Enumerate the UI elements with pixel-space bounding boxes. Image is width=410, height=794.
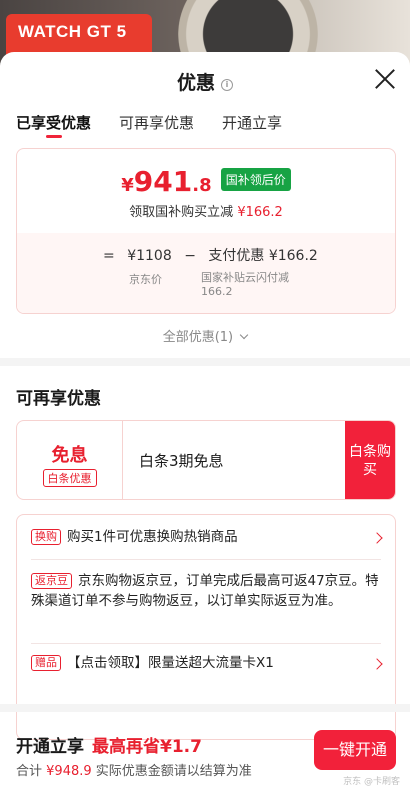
jingdou-tag: 返京豆 (31, 573, 72, 589)
subsidy-subtitle: 领取国补购买立减 ¥166.2 (17, 201, 395, 220)
price-formula: = ¥1108 − 支付优惠 ¥166.2 京东价 国家补贴云闪付减166.2 (17, 233, 395, 313)
pay-discount: 支付优惠 ¥166.2 (208, 248, 318, 264)
list-item-exchange[interactable]: 换购 购买1件可优惠换购热销商品 (31, 527, 381, 547)
interest-free-text: 白条3期免息 (139, 452, 224, 470)
sheet-title: 优惠 i (0, 68, 410, 95)
open-enjoy-title: 开通立享 最高再省¥1.7 (16, 732, 202, 757)
sheet-title-text: 优惠 (176, 72, 215, 94)
total-label: 合计 (16, 764, 43, 779)
one-click-open-button[interactable]: 一键开通 (314, 730, 396, 770)
close-icon[interactable] (374, 68, 396, 90)
chevron-down-icon (240, 330, 249, 340)
list-divider (31, 559, 381, 560)
gift-tag: 赠品 (31, 655, 61, 671)
section-divider (0, 358, 410, 366)
tab-enjoyed[interactable]: 已享受优惠 (16, 108, 91, 148)
jd-price: ¥1108 (127, 248, 172, 264)
exchange-tag: 换购 (31, 529, 61, 545)
all-offers-toggle[interactable]: 全部优惠(1) (0, 326, 410, 345)
promo-text: WATCH GT 5 (18, 22, 127, 41)
offers-sheet: 优惠 i 已享受优惠 可再享优惠 开通立享 ¥941.8 国补领后价 领取国补购买… (0, 52, 410, 794)
equals-sign: = (103, 248, 115, 264)
list-item-gift[interactable]: 赠品 【点击领取】限量送超大流量卡X1 (31, 653, 381, 673)
total-line: 合计 ¥948.9 实际优惠金额请以结算为准 (16, 760, 252, 779)
subsidy-amount: ¥166.2 (237, 205, 283, 220)
list-item-jingdou: 返京豆 京东购物返京豆，订单完成后最高可返47京豆。特殊渠道订单不参与购物返豆，以… (31, 571, 381, 611)
total-amount: ¥948.9 (46, 764, 92, 779)
interest-free-badge-area: 免息 白条优惠 (17, 421, 123, 499)
price-decimal: .8 (192, 175, 212, 196)
tab-open-enjoy[interactable]: 开通立享 (222, 108, 282, 148)
price-summary: ¥941.8 国补领后价 领取国补购买立减 ¥166.2 (17, 149, 395, 233)
exchange-text: 购买1件可优惠换购热销商品 (67, 529, 238, 545)
open-enjoy-title-text: 开通立享 (16, 737, 84, 757)
price-integer: 941 (133, 165, 193, 198)
final-price: ¥941.8 国补领后价 (17, 149, 395, 201)
minus-sign: − (184, 248, 196, 264)
offer-tabs: 已享受优惠 可再享优惠 开通立享 (0, 108, 410, 148)
total-note: 实际优惠金额请以结算为准 (95, 764, 252, 779)
jd-price-label: 京东价 (129, 273, 162, 286)
jingdou-text: 京东购物返京豆，订单完成后最高可返47京豆。特殊渠道订单不参与购物返豆，以订单实… (31, 573, 379, 609)
gift-text: 【点击领取】限量送超大流量卡X1 (67, 655, 274, 671)
list-divider (31, 643, 381, 644)
more-offers-title: 可再享优惠 (16, 389, 101, 409)
sheet-header: 优惠 i (0, 52, 410, 108)
baitiao-badge: 白条优惠 (42, 469, 97, 487)
interest-free-headline: 免息 (51, 445, 88, 466)
info-icon[interactable]: i (221, 79, 233, 91)
subsidy-subtitle-text: 领取国补购买立减 (129, 205, 234, 220)
baitiao-buy-button[interactable]: 白条购买 (345, 421, 395, 499)
formula-line: = ¥1108 − 支付优惠 ¥166.2 (103, 245, 326, 265)
pay-discount-label: 国家补贴云闪付减166.2 (201, 271, 289, 298)
subsidy-price-badge: 国补领后价 (220, 168, 291, 191)
interest-free-card[interactable]: 免息 白条优惠 白条3期免息 白条购买 (16, 420, 396, 500)
watermark: 京东 @卡刷客 (343, 777, 400, 787)
price-currency: ¥ (121, 175, 134, 196)
max-save-text: 最高再省¥1.7 (92, 737, 202, 757)
all-offers-label: 全部优惠(1) (162, 330, 234, 345)
price-card: ¥941.8 国补领后价 领取国补购买立减 ¥166.2 = ¥1108 − 支… (16, 148, 396, 314)
section-divider (0, 704, 410, 712)
tab-more-offers[interactable]: 可再享优惠 (119, 108, 194, 148)
